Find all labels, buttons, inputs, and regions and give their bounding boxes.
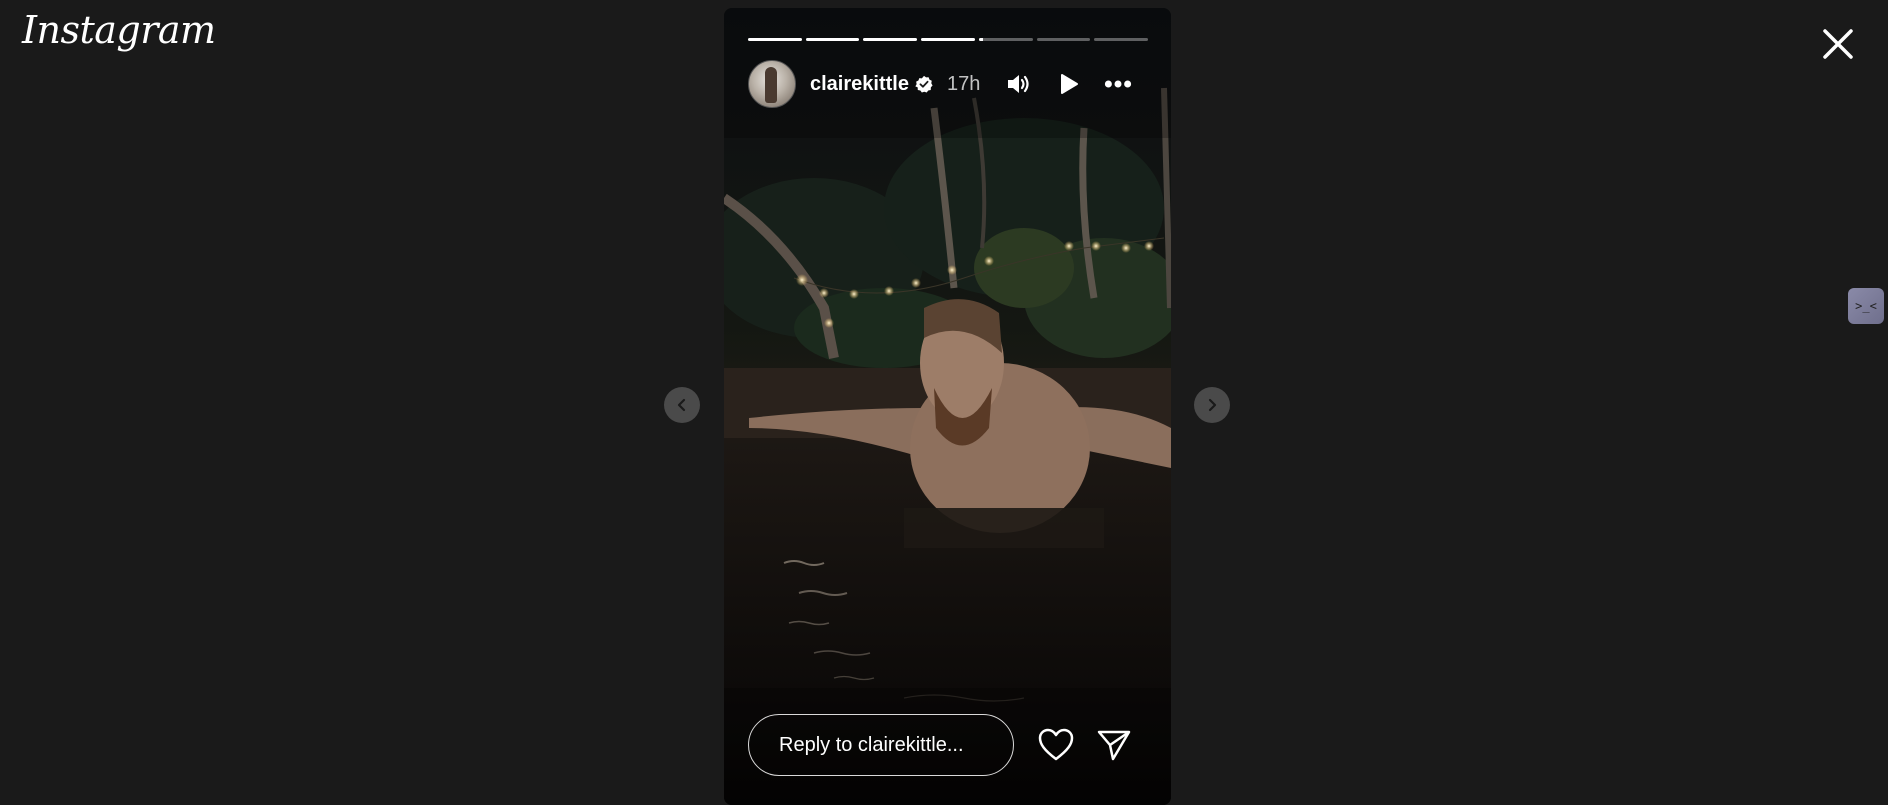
like-button[interactable] <box>1038 727 1074 763</box>
progress-segment <box>748 38 802 41</box>
progress-segment <box>1094 38 1149 41</box>
play-button[interactable] <box>1054 70 1082 98</box>
avatar[interactable] <box>748 60 796 108</box>
share-button[interactable] <box>1096 727 1132 763</box>
progress-segment <box>1036 38 1091 41</box>
chevron-right-icon <box>1208 398 1217 412</box>
story-card[interactable]: clairekittle 17h <box>724 8 1171 805</box>
chevron-left-icon <box>677 398 686 412</box>
browser-extension-button[interactable]: >_< <box>1848 288 1884 324</box>
progress-segment <box>863 38 918 41</box>
story-header: clairekittle 17h <box>748 60 1148 108</box>
instagram-logo[interactable]: Instagram <box>22 8 216 52</box>
next-story-button[interactable] <box>1194 387 1230 423</box>
extension-icon: >_< <box>1855 299 1877 313</box>
progress-segment <box>805 38 860 41</box>
progress-segment <box>978 38 1033 41</box>
reply-input[interactable] <box>748 714 1014 776</box>
username[interactable]: clairekittle <box>810 73 909 96</box>
speaker-icon <box>1008 75 1029 93</box>
post-time: 17h <box>946 72 981 95</box>
previous-story-button[interactable] <box>664 387 700 423</box>
verified-badge-icon <box>915 75 933 93</box>
play-icon <box>1061 74 1079 94</box>
more-options-button[interactable] <box>1104 70 1132 98</box>
heart-icon <box>1038 728 1074 761</box>
story-media <box>724 8 1171 805</box>
more-options-icon <box>1105 80 1132 88</box>
story-footer <box>748 712 1148 778</box>
close-button[interactable] <box>1818 24 1858 64</box>
story-progress-bar <box>748 38 1149 41</box>
story-viewer-page: Instagram >_< clairekittle 17h Reply to … <box>0 0 1888 805</box>
close-icon <box>1823 29 1853 59</box>
mute-button[interactable] <box>1004 70 1032 98</box>
progress-segment <box>921 38 975 41</box>
send-icon <box>1097 730 1131 761</box>
